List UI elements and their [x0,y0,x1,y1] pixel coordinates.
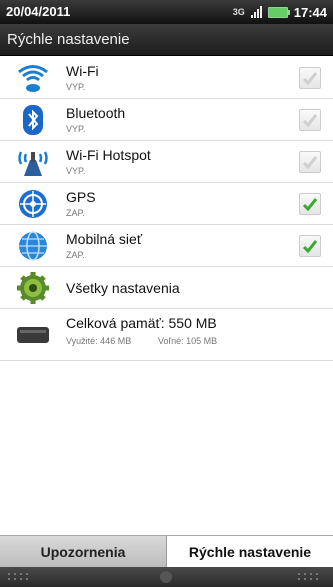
status-time: 17:44 [293,4,327,20]
status-icons: 3G 17:44 [233,3,327,21]
network-type-icon: 3G [232,6,245,17]
status-bar: 20/04/2011 3G 17:44 [0,0,333,24]
bluetooth-icon [23,105,43,135]
gps-icon [19,190,47,218]
signal-strength-icon [250,6,262,18]
storage-free: Voľné: 105 MB [158,336,218,346]
mobile-network-checkbox[interactable] [299,235,321,257]
drag-handle[interactable] [160,571,172,583]
checkmark-icon [302,72,318,86]
all-settings-label: Všetky nastavenia [66,280,180,296]
checkmark-icon [302,198,318,212]
bottom-tabs: Upozornenia Rýchle nastavenie [0,535,333,568]
settings-list: Wi-Fi VYP. Bluetooth VYP. Wi-Fi Hotspot … [0,57,333,361]
checkmark-icon [302,240,318,254]
all-settings-row[interactable]: Všetky nastavenia [0,267,333,309]
drag-handle-left [8,573,34,581]
gear-icon [17,272,49,304]
bluetooth-checkbox[interactable] [299,109,321,131]
globe-icon [19,231,47,261]
storage-row[interactable]: Celková pamäť: 550 MB Využité: 446 MB Vo… [0,309,333,361]
setting-state: ZAP. [66,208,85,218]
setting-row-gps[interactable]: GPS ZAP. [0,183,333,225]
storage-card-icon [17,327,49,343]
checkmark-icon [302,114,318,128]
tab-notifications[interactable]: Upozornenia [0,536,167,568]
setting-row-wifi[interactable]: Wi-Fi VYP. [0,57,333,99]
wifi-icon [18,65,48,92]
setting-row-bluetooth[interactable]: Bluetooth VYP. [0,99,333,141]
hotspot-icon [18,151,48,176]
setting-title: Wi-Fi [66,63,99,79]
setting-title: GPS [66,189,96,205]
checkmark-icon [302,156,318,170]
status-date: 20/04/2011 [6,4,71,19]
setting-state: VYP. [66,82,86,92]
setting-state: VYP. [66,124,86,134]
setting-state: ZAP. [66,250,85,260]
page-title: Rýchle nastavenie [0,24,333,56]
battery-icon [267,6,290,18]
setting-title: Wi-Fi Hotspot [66,147,151,163]
gps-checkbox[interactable] [299,193,321,215]
setting-state: VYP. [66,166,86,176]
setting-title: Bluetooth [66,105,126,121]
storage-total: Celková pamäť: 550 MB [66,315,217,331]
setting-row-mobile-network[interactable]: Mobilná sieť ZAP. [0,225,333,267]
setting-title: Mobilná sieť [66,231,143,247]
wifi-hotspot-checkbox[interactable] [299,151,321,173]
navigation-bar [0,567,333,587]
wifi-checkbox[interactable] [299,67,321,89]
tab-quick-settings[interactable]: Rýchle nastavenie [167,536,333,568]
drag-handle-right [298,573,324,581]
setting-row-wifi-hotspot[interactable]: Wi-Fi Hotspot VYP. [0,141,333,183]
storage-used: Využité: 446 MB [66,336,132,346]
